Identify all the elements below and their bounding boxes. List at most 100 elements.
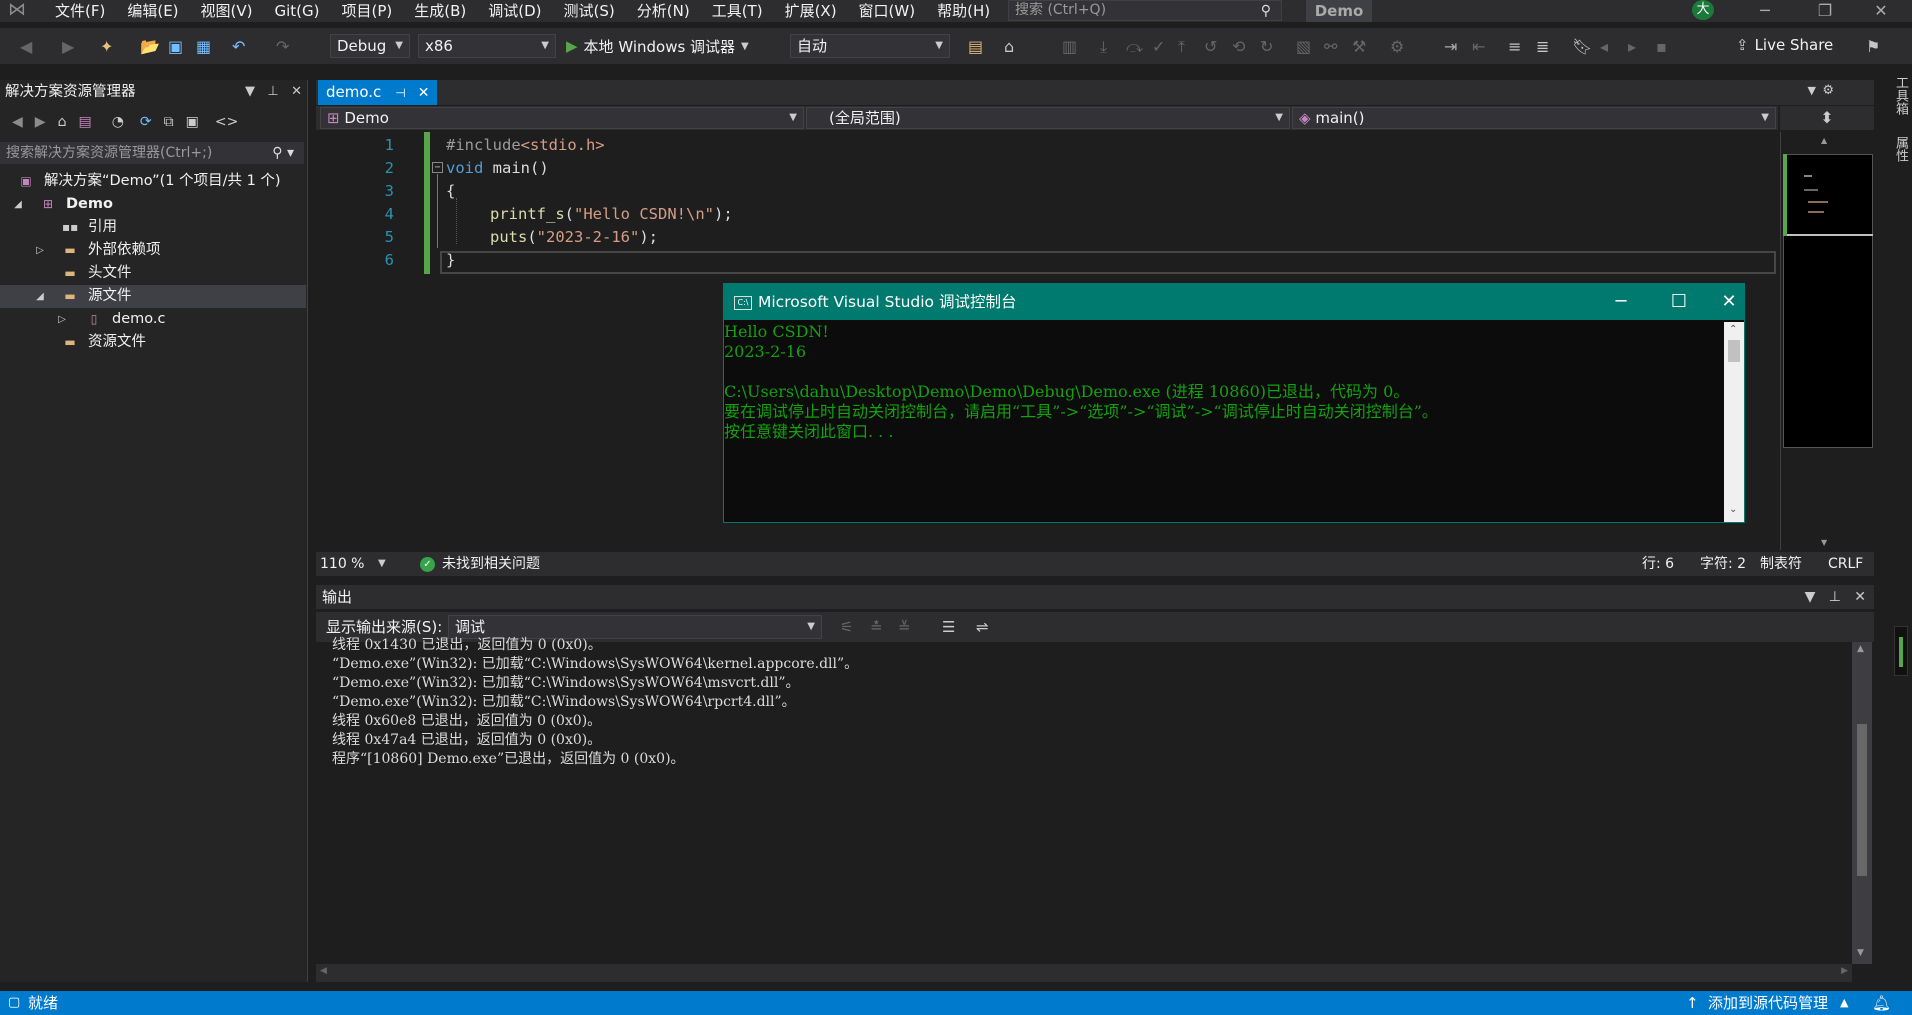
expanded-arrow-icon[interactable]: ◢ (12, 193, 24, 216)
pending-changes-icon[interactable]: ◔ (112, 114, 124, 130)
menu-debug[interactable]: 调试(D) (477, 0, 552, 22)
menu-build[interactable]: 生成(B) (403, 0, 477, 22)
scroll-right-icon[interactable]: ▶ (1841, 966, 1848, 976)
menu-git[interactable]: Git(G) (264, 0, 331, 22)
menu-tools[interactable]: 工具(T) (701, 0, 774, 22)
output-horizontal-scrollbar[interactable]: ◀ ▶ (316, 964, 1852, 982)
open-file-icon[interactable]: 📂 (140, 37, 160, 56)
dropdown-icon[interactable]: ▼ (245, 84, 255, 99)
scroll-down-icon[interactable]: ▼ (1821, 538, 1827, 547)
scroll-down-icon[interactable]: ⌄ (1729, 504, 1737, 515)
chevron-down-icon[interactable]: ▼ (378, 552, 386, 576)
notification-bell-icon[interactable]: 🔔︎ (1872, 991, 1891, 1015)
menu-help[interactable]: 帮助(H) (926, 0, 1001, 22)
word-wrap-icon[interactable]: ⇌ (976, 612, 989, 642)
scroll-down-icon[interactable]: ▼ (1857, 948, 1864, 958)
outdent-icon[interactable]: ⇤ (1472, 37, 1485, 56)
save-icon[interactable]: ▣ (168, 37, 183, 56)
pin-icon[interactable]: ⊣ (395, 86, 405, 100)
minimap-viewport[interactable] (1783, 154, 1873, 236)
menu-extensions[interactable]: 扩展(X) (774, 0, 848, 22)
debug-console-window[interactable]: C:\ Microsoft Visual Studio 调试控制台 ─ ☐ ✕ H… (723, 283, 1745, 523)
output-scroll-thumb[interactable] (1857, 724, 1867, 876)
gear-icon[interactable]: ⚙ (1822, 83, 1834, 98)
next-message-icon[interactable]: ≚ (898, 612, 911, 642)
forward-icon[interactable]: ▶ (62, 37, 74, 56)
chevron-up-icon[interactable]: ▲ (1840, 991, 1848, 1015)
tree-item-solution[interactable]: ▣ 解决方案“Demo”(1 个项目/共 1 个) (0, 170, 306, 193)
pin-icon[interactable]: ⊥ (267, 84, 278, 99)
close-icon[interactable]: ✕ (1714, 284, 1744, 320)
avatar[interactable]: 大 (1692, 0, 1714, 20)
tree-item-header-files[interactable]: ▬ 头文件 (0, 262, 306, 285)
step-out-icon[interactable]: ✓ (1152, 37, 1165, 56)
tree-item-demo-c[interactable]: ▷ ▯ demo.c (0, 308, 306, 331)
minimap[interactable]: ▲ ▼ (1780, 132, 1874, 550)
history-icon[interactable]: ⟲ (1232, 37, 1245, 56)
expanded-arrow-icon[interactable]: ◢ (34, 285, 46, 308)
undo-icon[interactable]: ↶ (232, 37, 245, 56)
close-panel-icon[interactable]: ✕ (291, 84, 302, 99)
maximize-icon[interactable]: ☐ (1656, 284, 1702, 320)
settings-icon[interactable]: ⚙ (1390, 37, 1404, 56)
close-icon[interactable]: ✕ (1858, 0, 1904, 22)
scroll-up-icon[interactable]: ▲ (1857, 644, 1864, 654)
solution-search-input[interactable]: 搜索解决方案资源管理器(Ctrl+;) ⚲ ▾ (0, 142, 304, 164)
config-dropdown[interactable]: Debug ▼ (330, 34, 410, 58)
switch-view-icon[interactable]: ▤ (78, 114, 91, 130)
auto-dropdown[interactable]: 自动 ▼ (790, 34, 950, 58)
back-icon[interactable]: ◀ (12, 114, 23, 130)
scroll-up-icon[interactable]: ▲ (1821, 136, 1827, 145)
sync-icon[interactable]: ⟳ (140, 114, 152, 130)
tree-item-source-files[interactable]: ◢ ▬ 源文件 (0, 285, 306, 308)
scope-dropdown[interactable]: (全局范围) ▼ (806, 107, 1290, 129)
breakpoints-icon[interactable]: ▥ (1062, 37, 1077, 56)
redo-icon[interactable]: ↷ (276, 37, 289, 56)
close-panel-icon[interactable]: ✕ (1854, 589, 1866, 605)
undo-debug-icon[interactable]: ↺ (1204, 37, 1217, 56)
new-project-icon[interactable]: ✦ (100, 37, 113, 56)
minimize-icon[interactable]: ─ (1598, 284, 1644, 320)
live-share-button[interactable]: ⇪ Live Share (1736, 36, 1833, 54)
tree-item-external-deps[interactable]: ▷ ▬ 外部依赖项 (0, 239, 306, 262)
collapsed-arrow-icon[interactable]: ▷ (34, 239, 46, 262)
bookmark-prev-icon[interactable]: ◂ (1600, 37, 1608, 56)
collapse-all-icon[interactable]: ⧉ (164, 114, 174, 130)
tab-list-icon[interactable]: ▼ (1808, 84, 1816, 97)
wrench-icon[interactable]: ⚒ (1352, 37, 1366, 56)
clear-all-icon[interactable]: ☰ (942, 612, 955, 642)
indent-icon[interactable]: ⇥ (1444, 37, 1457, 56)
add-to-source-control[interactable]: 添加到源代码管理 (1708, 991, 1828, 1015)
window-icon[interactable]: ▧ (1296, 37, 1311, 56)
line-ending[interactable]: CRLF (1828, 552, 1863, 576)
bookmark-icon[interactable]: 🔖︎ (1572, 37, 1592, 56)
side-tab-properties[interactable]: 属性 (1880, 136, 1910, 196)
step-over-icon[interactable]: ⤼ (1126, 37, 1143, 57)
prev-message-icon[interactable]: ≛ (870, 612, 883, 642)
menu-analyze[interactable]: 分析(N) (626, 0, 701, 22)
tree-item-project[interactable]: ◢ ⊞ Demo (0, 193, 306, 216)
console-scrollbar[interactable]: ⌃ ⌄ (1724, 322, 1744, 522)
folder-icon[interactable]: ▤ (968, 37, 983, 56)
dropdown-icon[interactable]: ▼ (1805, 589, 1816, 605)
console-title-bar[interactable]: C:\ Microsoft Visual Studio 调试控制台 ─ ☐ ✕ (724, 284, 1744, 320)
member-dropdown[interactable]: ◈ main() ▼ (1292, 107, 1776, 129)
start-debugging-button[interactable]: ▶ 本地 Windows 调试器 ▼ (566, 35, 749, 57)
comment-icon[interactable]: ≡ (1508, 37, 1521, 56)
close-tab-icon[interactable]: ✕ (418, 85, 430, 101)
collapse-icon[interactable]: − (432, 162, 443, 173)
find-message-icon[interactable]: ⚟ (840, 612, 853, 642)
scroll-left-icon[interactable]: ◀ (320, 966, 327, 976)
step-back-icon[interactable]: ⤒ (1178, 37, 1185, 57)
issues-indicator[interactable]: 未找到相关问题 (442, 552, 540, 576)
bookmark-next-icon[interactable]: ▸ (1628, 37, 1636, 56)
project-dropdown[interactable]: ⊞ Demo ▼ (320, 107, 804, 129)
menu-project[interactable]: 项目(P) (331, 0, 404, 22)
show-all-files-icon[interactable]: ▣ (186, 114, 199, 130)
code-view-icon[interactable]: <> (215, 114, 238, 130)
tree-item-resource-files[interactable]: ▬ 资源文件 (0, 331, 306, 354)
pin-icon[interactable]: ⊥ (1829, 589, 1841, 605)
tab-demo-c[interactable]: demo.c ⊣ ✕ (318, 80, 438, 105)
split-window-icon[interactable]: ⬍ (1780, 106, 1874, 130)
uncomment-icon[interactable]: ≣ (1536, 37, 1549, 56)
